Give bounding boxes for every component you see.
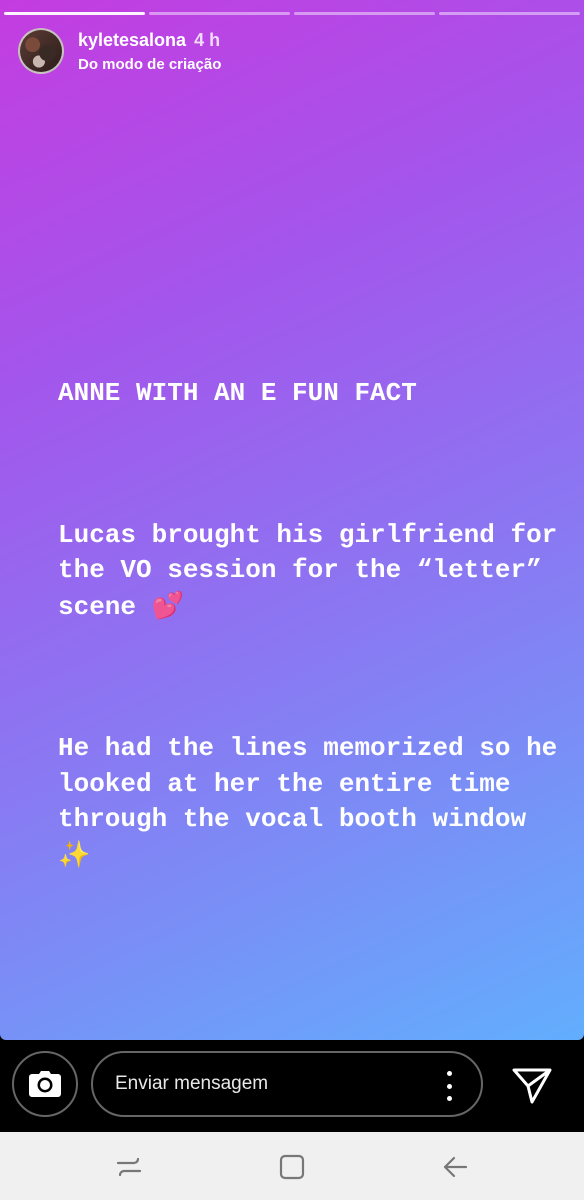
story-subtitle: Do modo de criação	[78, 55, 222, 73]
home-icon[interactable]	[277, 1152, 307, 1182]
two-hearts-icon: 💕	[151, 590, 184, 621]
paragraph-text: He had the lines memorized so he looked …	[58, 733, 573, 834]
camera-button[interactable]	[12, 1051, 78, 1117]
back-icon[interactable]	[440, 1152, 470, 1182]
system-navigation-bar	[0, 1132, 584, 1200]
username[interactable]: kyletesalona	[78, 30, 186, 51]
more-vertical-icon	[446, 1071, 452, 1076]
recent-apps-icon[interactable]	[114, 1152, 144, 1182]
avatar[interactable]	[18, 28, 64, 74]
paragraph-text: Lucas brought his girlfriend for the VO …	[58, 519, 573, 622]
progress-segment	[4, 12, 145, 15]
progress-segment	[294, 12, 435, 15]
message-input[interactable]: Enviar mensagem	[91, 1051, 483, 1117]
story-text: ANNE WITH AN E FUN FACT Lucas brought hi…	[58, 305, 558, 945]
story-meta: kyletesalona 4 h Do modo de criação	[78, 30, 221, 73]
story-title: ANNE WITH AN E FUN FACT	[58, 378, 417, 408]
camera-icon	[29, 1071, 61, 1097]
progress-segment	[439, 12, 580, 15]
story-header: kyletesalona 4 h Do modo de criação	[18, 26, 566, 76]
send-icon[interactable]	[510, 1064, 554, 1108]
story-view[interactable]: kyletesalona 4 h Do modo de criação ANNE…	[0, 0, 584, 1040]
story-progress-bar	[4, 12, 580, 15]
reply-bar: Enviar mensagem	[0, 1040, 584, 1132]
story-paragraph: Lucas brought his girlfriend for the VO …	[58, 518, 558, 626]
more-options-button[interactable]	[439, 1071, 459, 1101]
message-placeholder: Enviar mensagem	[115, 1073, 269, 1094]
story-paragraph: He had the lines memorized so he looked …	[58, 731, 558, 874]
sparkles-icon: ✨	[58, 839, 91, 870]
progress-segment	[149, 12, 290, 15]
story-time: 4 h	[194, 29, 221, 50]
